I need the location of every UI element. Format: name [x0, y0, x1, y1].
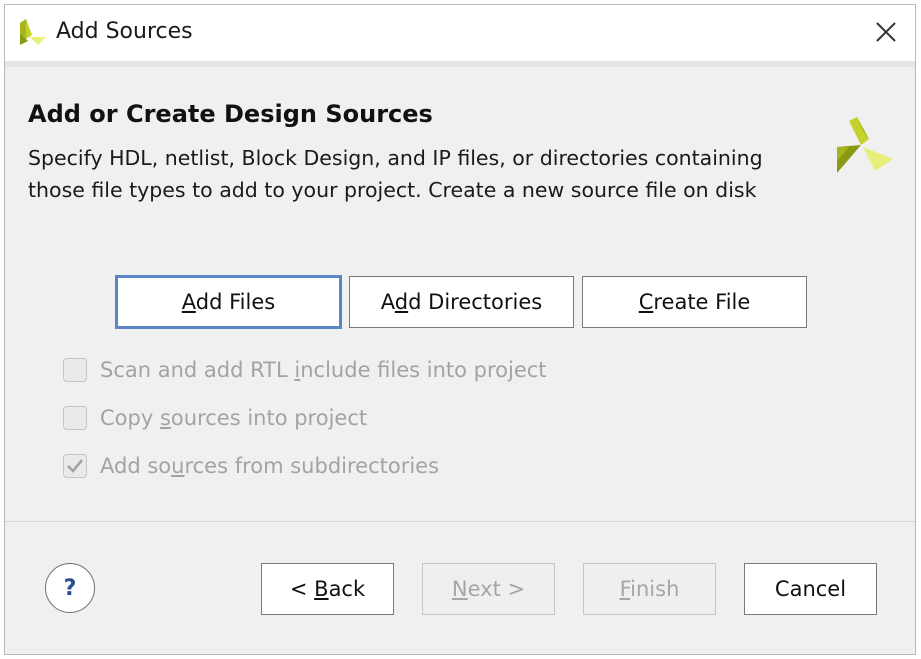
add-files-button[interactable]: Add Files [115, 275, 342, 329]
scan-rtl-label: Scan and add RTL include files into proj… [100, 358, 547, 382]
copy-sources-label: Copy sources into project [100, 406, 368, 430]
create-file-button[interactable]: Create File [582, 276, 807, 328]
checkmark-icon [67, 459, 84, 473]
close-button[interactable] [869, 15, 903, 49]
add-subdirs-label: Add sources from subdirectories [100, 454, 440, 478]
page-description: Specify HDL, netlist, Block Design, and … [28, 146, 763, 202]
add-subdirs-option[interactable]: Add sources from subdirectories [63, 451, 439, 481]
back-button[interactable]: < Back [261, 563, 394, 615]
next-button[interactable]: Next > [422, 563, 555, 615]
title-separator [5, 61, 915, 67]
add-directories-button[interactable]: Add Directories [349, 276, 574, 328]
cancel-label: Cancel [774, 577, 847, 601]
copy-sources-checkbox[interactable] [63, 406, 87, 430]
back-label: < Back [289, 577, 366, 601]
help-icon: ? [63, 575, 77, 601]
help-button[interactable]: ? [45, 563, 95, 613]
add-files-label: Add Files [181, 290, 276, 314]
next-label: Next > [451, 577, 526, 601]
finish-label: Finish [619, 577, 680, 601]
scan-rtl-checkbox[interactable] [63, 358, 87, 382]
footer-separator [5, 521, 915, 522]
scan-rtl-option[interactable]: Scan and add RTL include files into proj… [63, 355, 547, 385]
add-sources-dialog: Add Sources Add or Create Design Sources… [4, 4, 916, 655]
add-subdirs-checkbox[interactable] [63, 454, 87, 478]
vivado-logo-icon [837, 117, 893, 173]
cancel-button[interactable]: Cancel [744, 563, 877, 615]
copy-sources-option[interactable]: Copy sources into project [63, 403, 367, 433]
create-file-label: Create File [638, 290, 751, 314]
window-title: Add Sources [56, 19, 193, 44]
close-icon [876, 22, 896, 42]
page-title: Add or Create Design Sources [28, 100, 433, 128]
vivado-logo-icon [20, 19, 46, 45]
add-directories-label: Add Directories [380, 290, 543, 314]
finish-button[interactable]: Finish [583, 563, 716, 615]
title-bar: Add Sources [5, 5, 915, 61]
